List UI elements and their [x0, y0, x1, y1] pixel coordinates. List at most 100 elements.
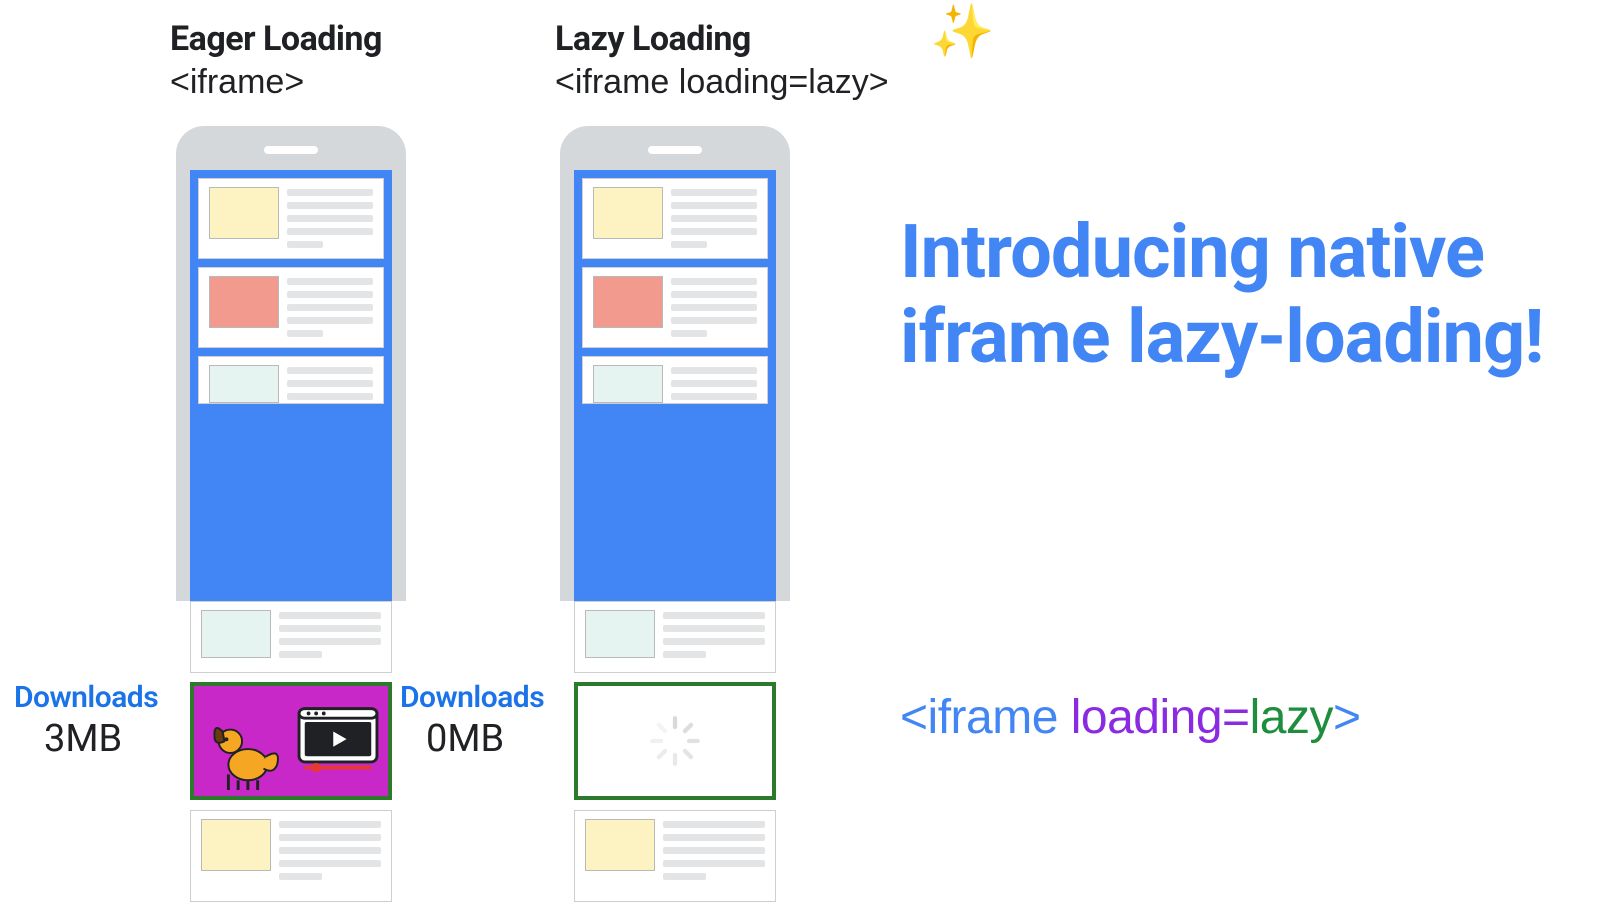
text-line — [287, 202, 373, 209]
thumbnail-icon — [585, 819, 655, 871]
content-card — [198, 178, 384, 259]
text-line — [279, 625, 381, 632]
text-lines — [287, 276, 373, 337]
eager-title: Eager Loading <iframe> — [170, 18, 382, 103]
text-lines — [663, 819, 765, 901]
text-line — [287, 241, 323, 248]
text-line — [671, 367, 757, 374]
download-label: Downloads — [400, 680, 560, 715]
thumbnail-icon — [593, 187, 663, 239]
text-line — [671, 228, 757, 235]
text-line — [279, 638, 381, 645]
text-line — [671, 304, 757, 311]
content-card — [198, 267, 384, 348]
text-line — [279, 873, 322, 880]
text-line — [287, 304, 373, 311]
text-line — [287, 367, 373, 374]
iframe-preview-placeholder — [574, 682, 776, 800]
diagram-stage: Eager Loading <iframe> Lazy Loading <ifr… — [0, 0, 1600, 919]
text-line — [671, 241, 707, 248]
text-line — [287, 291, 373, 298]
phone-screen — [190, 170, 392, 601]
text-lines — [279, 819, 381, 901]
phone-earpiece — [648, 146, 702, 154]
snippet-open: <iframe — [900, 691, 1071, 744]
video-player-icon — [294, 692, 382, 790]
text-line — [287, 393, 373, 400]
eager-code-text: <iframe> — [170, 61, 382, 104]
lazy-phone — [560, 126, 790, 601]
text-line — [663, 625, 765, 632]
text-lines — [671, 276, 757, 337]
text-line — [287, 215, 373, 222]
thumbnail-icon — [209, 365, 279, 403]
download-label: Downloads — [14, 680, 174, 715]
text-lines — [287, 365, 373, 403]
content-card — [574, 810, 776, 902]
text-line — [663, 860, 765, 867]
text-line — [671, 189, 757, 196]
text-line — [663, 834, 765, 841]
iframe-loaded — [190, 682, 392, 800]
text-lines — [287, 187, 373, 248]
headline-text: Introducing native iframe lazy-loading! — [900, 210, 1560, 380]
loading-spinner-icon — [648, 714, 702, 768]
text-line — [671, 317, 757, 324]
text-lines — [671, 365, 757, 403]
text-line — [671, 393, 757, 400]
text-line — [287, 278, 373, 285]
text-line — [279, 821, 381, 828]
thumbnail-icon — [209, 187, 279, 239]
thumbnail-icon — [593, 365, 663, 403]
eager-title-text: Eager Loading — [170, 18, 382, 61]
code-snippet: <iframe loading=lazy> — [900, 690, 1360, 745]
content-card — [190, 810, 392, 902]
sparkles-icon: ✨ — [930, 6, 995, 58]
snippet-attr: loading= — [1071, 691, 1250, 744]
text-line — [279, 651, 322, 658]
lazy-title-text: Lazy Loading — [555, 18, 889, 61]
iframe-preview-loaded — [190, 682, 392, 800]
text-line — [671, 330, 707, 337]
content-card — [198, 356, 384, 404]
text-line — [279, 847, 381, 854]
text-line — [287, 189, 373, 196]
content-card — [574, 601, 776, 673]
thumbnail-icon — [209, 276, 279, 328]
text-line — [663, 847, 765, 854]
text-line — [279, 612, 381, 619]
eager-phone — [176, 126, 406, 601]
below-fold — [574, 601, 776, 673]
snippet-close: > — [1333, 691, 1361, 744]
download-value: 0MB — [400, 717, 560, 761]
text-line — [287, 380, 373, 387]
phone-frame — [176, 126, 406, 601]
thumbnail-icon — [201, 819, 271, 871]
thumbnail-icon — [201, 610, 271, 658]
content-card — [582, 267, 768, 348]
text-line — [287, 330, 323, 337]
below-fold — [574, 810, 776, 902]
lazy-download: Downloads 0MB — [400, 680, 560, 761]
text-line — [279, 834, 381, 841]
phone-frame — [560, 126, 790, 601]
lazy-code-text: <iframe loading=lazy> — [555, 61, 889, 104]
text-line — [663, 651, 706, 658]
below-fold — [190, 810, 392, 902]
text-line — [287, 228, 373, 235]
text-lines — [279, 610, 381, 672]
text-line — [663, 873, 706, 880]
thumbnail-icon — [585, 610, 655, 658]
text-line — [671, 202, 757, 209]
text-line — [671, 215, 757, 222]
snippet-val: lazy — [1250, 691, 1333, 744]
phone-screen — [574, 170, 776, 601]
content-card — [582, 356, 768, 404]
thumbnail-icon — [593, 276, 663, 328]
eager-download: Downloads 3MB — [14, 680, 174, 761]
text-line — [671, 291, 757, 298]
text-line — [663, 638, 765, 645]
text-line — [279, 860, 381, 867]
text-line — [671, 380, 757, 387]
text-line — [287, 317, 373, 324]
